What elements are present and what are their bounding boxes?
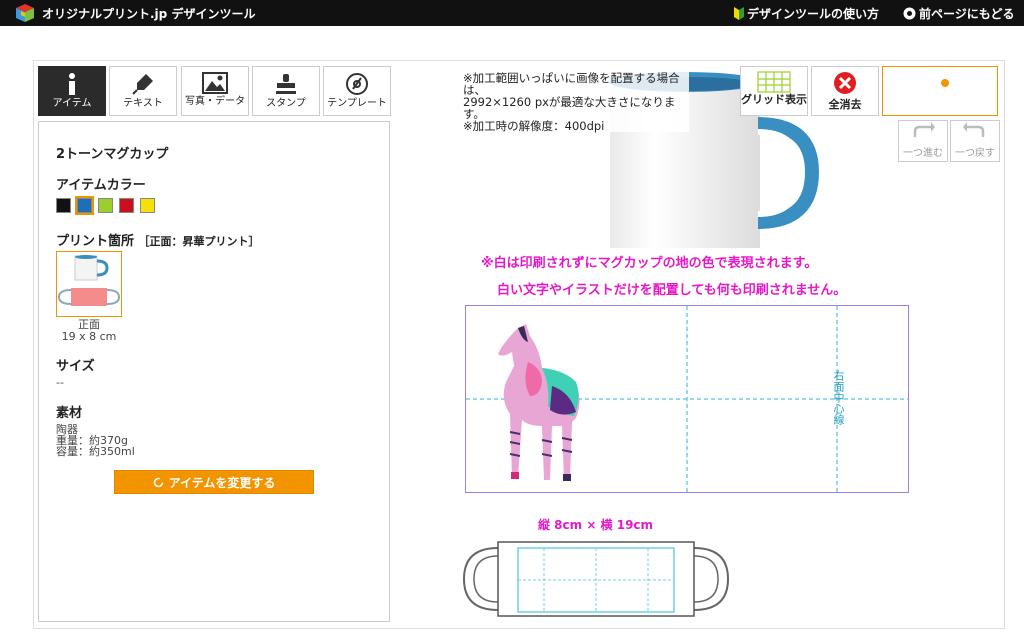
tab-stamp[interactable]: スタンプ xyxy=(252,66,320,116)
monitor-search-icon xyxy=(924,72,955,94)
redo-label: 一つ進む xyxy=(903,148,943,159)
warning-line-2: 白い文字やイラストだけを配置しても何も印刷されません。 xyxy=(497,283,847,298)
print-location-label: 正面 xyxy=(78,318,100,331)
print-location-size: 19 x 8 cm xyxy=(61,330,117,343)
refresh-icon xyxy=(153,477,163,487)
help-link-label: デザインツールの使い方 xyxy=(747,7,880,21)
pen-icon xyxy=(132,74,153,95)
color-swatch-yellow[interactable] xyxy=(140,198,155,213)
tab-item[interactable]: アイテム xyxy=(38,66,106,116)
mug-thumb-icon xyxy=(57,255,121,306)
design-canvas[interactable]: 右面中心線 xyxy=(465,305,909,493)
center-line-label: 右面中心線 xyxy=(832,370,845,425)
tab-photo[interactable]: 写真・データ xyxy=(181,66,249,116)
back-circle-icon xyxy=(903,7,916,20)
print-heading-label: プリント箇所 xyxy=(56,234,135,249)
material-heading: 素材 xyxy=(56,406,83,421)
item-name: 2トーンマグカップ xyxy=(56,147,169,162)
undo-arrow-icon xyxy=(963,122,985,137)
tab-text[interactable]: テキスト xyxy=(109,66,177,116)
okapi-illustration[interactable] xyxy=(492,322,584,488)
tab-photo-label: 写真・データ xyxy=(185,96,245,107)
grid-toggle-button[interactable]: グリッド表示 xyxy=(740,66,808,116)
change-item-button[interactable]: アイテムを変更する xyxy=(114,470,314,494)
color-swatch-blue[interactable] xyxy=(75,196,94,215)
confirm-design-label: デザインを確認する xyxy=(890,98,990,111)
change-item-label: アイテムを変更する xyxy=(168,475,276,490)
warning-line-1: ※白は印刷されずにマグカップの地の色で表現されます。 xyxy=(481,256,818,271)
brand-title[interactable]: オリジナルプリント.jp デザインツール xyxy=(42,5,255,22)
template-icon xyxy=(346,73,368,95)
tab-stamp-label: スタンプ xyxy=(266,98,306,109)
info-icon xyxy=(69,73,75,95)
color-heading: アイテムカラー xyxy=(56,178,146,193)
redo-button[interactable]: 一つ進む xyxy=(898,120,948,162)
confirm-design-button[interactable]: デザインを確認する xyxy=(882,66,998,116)
help-link[interactable]: デザインツールの使い方 xyxy=(734,5,879,22)
undo-button[interactable]: 一つ戻す xyxy=(950,120,1000,162)
back-link-label: 前ページにもどる xyxy=(919,7,1015,21)
material-line: 容量：約350ml xyxy=(56,445,135,458)
print-location-heading: プリント箇所 ［正面：昇華プリント］ xyxy=(56,230,260,249)
stamp-icon xyxy=(276,74,296,94)
print-location-thumb[interactable] xyxy=(56,251,122,317)
tab-template-label: テンプレート xyxy=(327,98,387,109)
redo-arrow-icon xyxy=(913,122,935,137)
image-icon xyxy=(202,72,228,94)
print-method: ［正面：昇華プリント］ xyxy=(138,235,260,248)
tab-item-label: アイテム xyxy=(52,98,92,109)
beginner-icon xyxy=(734,7,744,20)
clear-all-label: 全消去 xyxy=(828,98,862,111)
dimension-label: 縦 8cm × 横 19cm xyxy=(538,518,654,532)
clear-all-button[interactable]: 全消去 xyxy=(811,66,879,116)
color-swatch-red[interactable] xyxy=(119,198,134,213)
notice-line: ※加工範囲いっぱいに画像を配置する場合は、 xyxy=(463,71,680,97)
resolution-notice: ※加工範囲いっぱいに画像を配置する場合は、 2992×1260 pxが最適な大き… xyxy=(463,72,689,132)
size-value: -- xyxy=(56,376,64,389)
grid-icon xyxy=(757,71,791,93)
close-circle-icon xyxy=(834,72,856,94)
color-swatch-black[interactable] xyxy=(56,198,71,213)
mug-wrap-diagram xyxy=(462,541,730,617)
grid-toggle-label: グリッド表示 xyxy=(741,93,807,106)
tab-template[interactable]: テンプレート xyxy=(323,66,391,116)
notice-line: 2992×1260 pxが最適な大きさになります。 xyxy=(463,95,676,121)
undo-label: 一つ戻す xyxy=(955,148,995,159)
tab-text-label: テキスト xyxy=(123,98,163,109)
color-swatch-green[interactable] xyxy=(98,198,113,213)
size-heading: サイズ xyxy=(56,359,95,374)
back-link[interactable]: 前ページにもどる xyxy=(903,5,1015,22)
notice-line: ※加工時の解像度：400dpi xyxy=(463,119,605,133)
logo-icon xyxy=(16,4,34,22)
top-bar: オリジナルプリント.jp デザインツール デザインツールの使い方 前ページにもど… xyxy=(0,0,1024,26)
